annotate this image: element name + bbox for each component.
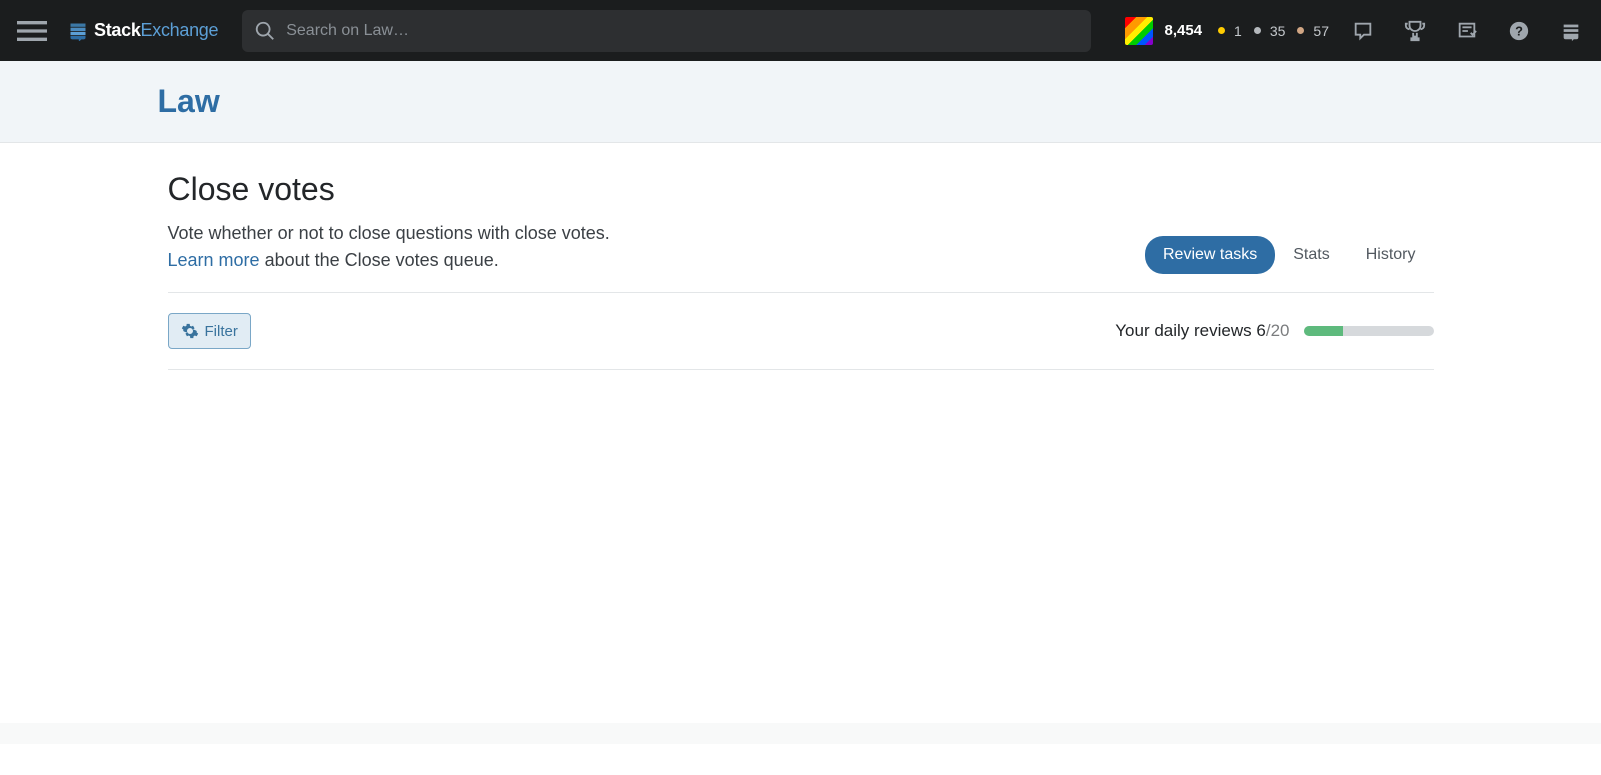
stackexchange-icon — [68, 21, 88, 41]
daily-reviews-progress: Your daily reviews 6/20 — [1115, 321, 1433, 341]
site-title-link[interactable]: Law — [158, 83, 220, 119]
site-logo-link[interactable]: StackExchange — [60, 20, 226, 41]
tab-stats[interactable]: Stats — [1275, 236, 1347, 274]
site-header-band: Law — [0, 61, 1601, 143]
page-title: Close votes — [168, 171, 1434, 208]
main-content: Close votes Vote whether or not to close… — [0, 143, 1601, 723]
gear-icon — [181, 322, 199, 340]
user-cluster: 8,454 1 35 57 ? — [1107, 13, 1590, 49]
gold-badge-icon — [1218, 27, 1225, 34]
help-icon: ? — [1508, 20, 1530, 42]
footer-band — [0, 723, 1601, 744]
progress-bar — [1304, 326, 1434, 336]
progress-fill — [1304, 326, 1343, 336]
silver-badge-icon — [1254, 27, 1261, 34]
description-text: Vote whether or not to close questions w… — [168, 220, 610, 274]
logo-text: StackExchange — [94, 20, 218, 41]
review-icon — [1456, 20, 1478, 42]
user-avatar[interactable] — [1125, 17, 1153, 45]
filter-row: Filter Your daily reviews 6/20 — [168, 293, 1434, 370]
progress-label: Your daily reviews 6/20 — [1115, 321, 1289, 341]
hamburger-menu-button[interactable] — [12, 11, 52, 51]
inbox-button[interactable] — [1345, 13, 1381, 49]
gold-badge-count: 1 — [1234, 23, 1242, 39]
search-icon — [254, 20, 276, 42]
reputation-score[interactable]: 8,454 — [1165, 22, 1203, 39]
trophy-icon — [1404, 20, 1426, 42]
filter-button[interactable]: Filter — [168, 313, 251, 349]
bronze-badge-icon — [1297, 27, 1304, 34]
site-switcher-button[interactable] — [1553, 13, 1589, 49]
topbar: StackExchange 8,454 1 35 57 ? — [0, 0, 1601, 61]
help-button[interactable]: ? — [1501, 13, 1537, 49]
search-bar[interactable] — [242, 10, 1090, 52]
achievements-button[interactable] — [1397, 13, 1433, 49]
inbox-icon — [1352, 20, 1374, 42]
learn-more-suffix: about the Close votes queue. — [260, 250, 499, 270]
tab-history[interactable]: History — [1348, 236, 1434, 274]
bronze-badge-count: 57 — [1313, 23, 1329, 39]
search-input[interactable] — [276, 22, 1078, 40]
review-tabs: Review tasks Stats History — [1145, 236, 1434, 274]
site-switcher-icon — [1560, 20, 1582, 42]
silver-badge-count: 35 — [1270, 23, 1286, 39]
description-row: Vote whether or not to close questions w… — [168, 220, 1434, 293]
tab-review-tasks[interactable]: Review tasks — [1145, 236, 1275, 274]
hamburger-icon — [12, 11, 52, 51]
description-line: Vote whether or not to close questions w… — [168, 223, 610, 243]
learn-more-link[interactable]: Learn more — [168, 250, 260, 270]
svg-text:?: ? — [1515, 23, 1523, 38]
filter-button-label: Filter — [205, 323, 238, 340]
review-queues-button[interactable] — [1449, 13, 1485, 49]
